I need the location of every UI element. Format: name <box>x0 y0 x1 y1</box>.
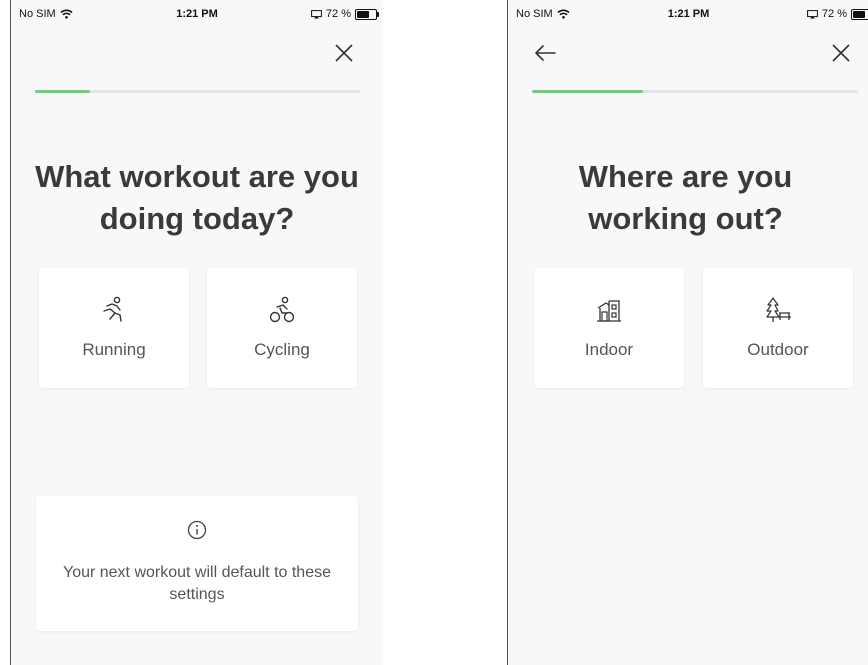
outdoor-label: Outdoor <box>747 340 809 359</box>
indoor-label: Indoor <box>584 340 634 359</box>
battery-fill <box>357 10 370 18</box>
workout-type-screen: No SIM 1:21 PM 72 % What workout are you… <box>10 0 383 665</box>
battery-info: 72 % <box>311 8 379 20</box>
info-card: Your next workout will default to these … <box>36 496 358 631</box>
title-line-2: doing today? <box>99 201 295 236</box>
progress-fill <box>35 90 91 93</box>
page-title: What workout are you doing today? <box>11 156 383 240</box>
running-label: Running <box>82 340 146 359</box>
back-button[interactable] <box>532 40 558 66</box>
back-arrow-icon <box>535 45 556 61</box>
battery-info: 72 % <box>807 8 868 20</box>
info-icon <box>187 520 207 540</box>
indoor-icon <box>597 300 621 322</box>
running-option[interactable]: Running <box>39 268 189 388</box>
title-line-2: working out? <box>588 201 783 236</box>
info-message: Your next workout will default to these … <box>62 564 331 603</box>
close-button[interactable] <box>828 40 854 66</box>
progress-bar <box>532 90 858 93</box>
page-title: Where are you working out? <box>508 156 868 240</box>
battery-icon <box>851 8 868 20</box>
cycling-icon <box>269 296 295 323</box>
indoor-option[interactable]: Indoor <box>534 268 684 388</box>
close-icon <box>832 44 850 62</box>
battery-icon <box>355 8 379 20</box>
battery-percent: 72 % <box>821 8 847 20</box>
title-line-1: Where are you <box>578 159 793 194</box>
running-icon <box>103 296 122 322</box>
outdoor-option[interactable]: Outdoor <box>703 268 853 388</box>
outdoor-icon <box>766 297 791 322</box>
progress-bar <box>35 90 360 93</box>
progress-fill <box>532 90 643 93</box>
close-button[interactable] <box>331 40 357 66</box>
screen-mirroring-icon <box>311 9 322 18</box>
cycling-option[interactable]: Cycling <box>207 268 357 388</box>
cycling-label: Cycling <box>254 340 310 359</box>
status-bar: No SIM 1:21 PM 72 % <box>508 0 868 28</box>
workout-location-screen: No SIM 1:21 PM 72 % Where are you workin… <box>507 0 868 665</box>
battery-fill <box>853 10 866 18</box>
title-line-1: What workout are you <box>35 159 359 194</box>
battery-percent: 72 % <box>325 8 351 20</box>
status-bar: No SIM 1:21 PM 72 % <box>11 0 383 28</box>
close-icon <box>335 44 353 62</box>
screen-mirroring-icon <box>807 9 818 18</box>
